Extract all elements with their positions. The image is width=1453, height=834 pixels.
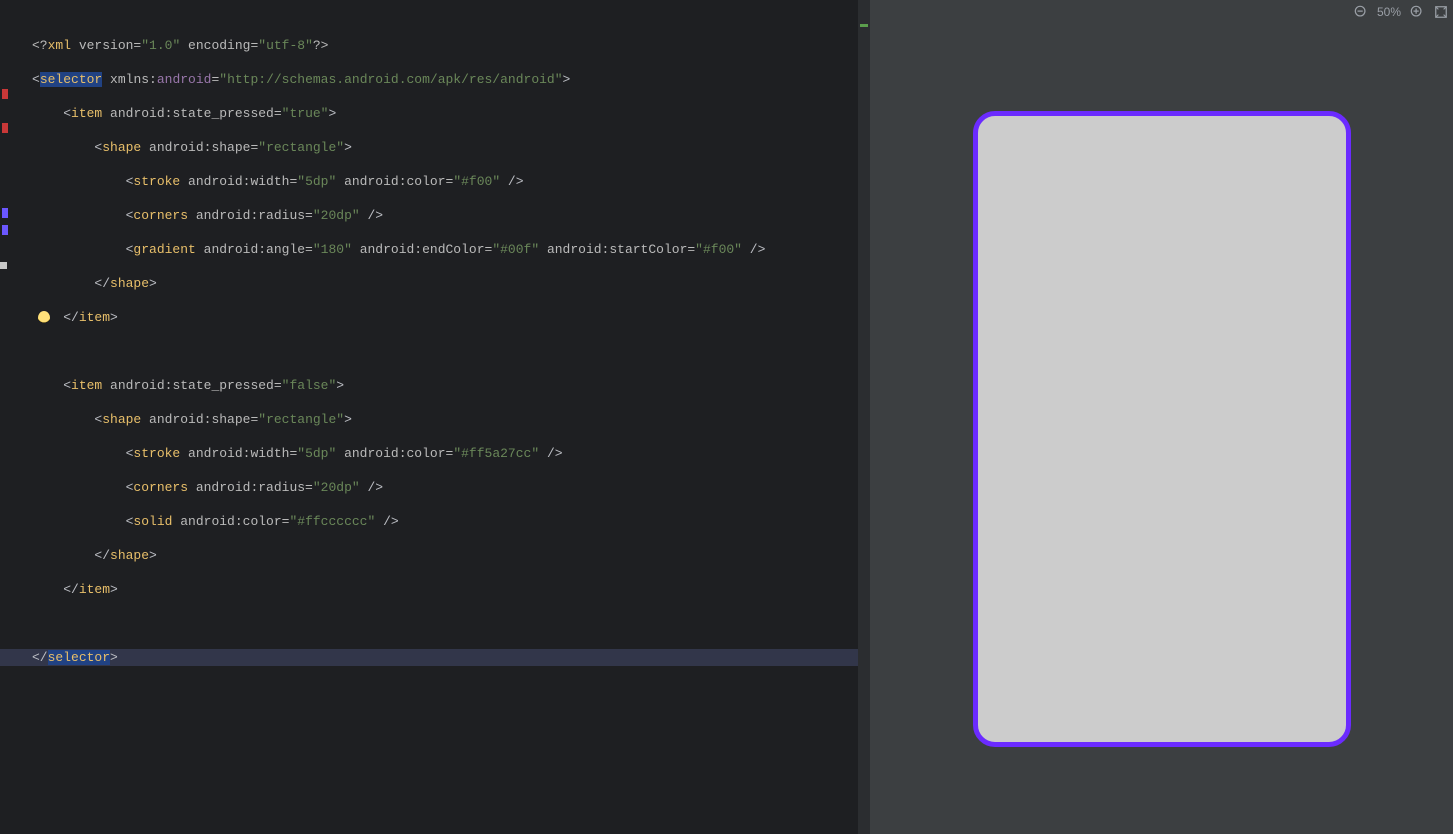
tag-item: item bbox=[71, 106, 102, 121]
editor-gutter bbox=[0, 0, 28, 834]
drawable-preview-shape bbox=[973, 111, 1351, 747]
zoom-level-label: 50% bbox=[1377, 5, 1401, 19]
gutter-marker-error[interactable] bbox=[2, 89, 8, 99]
layout-preview-pane: 50% bbox=[870, 0, 1453, 834]
cursor-line: </selector> bbox=[0, 649, 870, 666]
tag-solid: solid bbox=[133, 514, 172, 529]
tag-gradient: gradient bbox=[133, 242, 195, 257]
tag-corners: corners bbox=[133, 208, 188, 223]
scrollbar-marker-ok[interactable] bbox=[860, 24, 868, 27]
gutter-marker-bookmark[interactable] bbox=[0, 262, 7, 269]
zoom-out-icon[interactable] bbox=[1353, 4, 1369, 20]
zoom-in-icon[interactable] bbox=[1409, 4, 1425, 20]
preview-canvas[interactable] bbox=[870, 24, 1453, 834]
zoom-fit-icon[interactable] bbox=[1433, 4, 1449, 20]
code-editor-pane[interactable]: <?xml version="1.0" encoding="utf-8"?> <… bbox=[0, 0, 870, 834]
preview-toolbar: 50% bbox=[870, 0, 1453, 24]
gutter-marker-change[interactable] bbox=[2, 208, 8, 218]
code-text-area[interactable]: <?xml version="1.0" encoding="utf-8"?> <… bbox=[28, 0, 870, 834]
tag-shape: shape bbox=[102, 140, 141, 155]
gutter-marker-error[interactable] bbox=[2, 123, 8, 133]
gutter-marker-change[interactable] bbox=[2, 225, 8, 235]
tag-stroke: stroke bbox=[133, 174, 180, 189]
editor-scrollbar[interactable] bbox=[858, 0, 870, 834]
tag-selector: selector bbox=[40, 72, 102, 87]
xml-decl: <? bbox=[32, 38, 48, 53]
